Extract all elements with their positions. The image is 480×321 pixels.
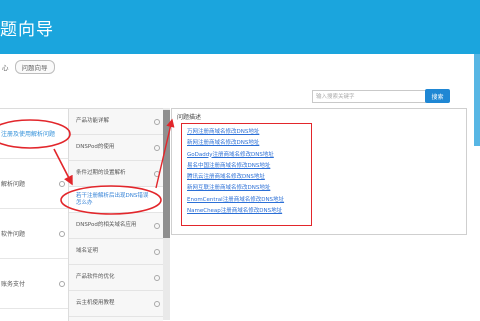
circle-arrow-icon (154, 144, 160, 151)
subcategory-item[interactable]: 域名证明 (69, 239, 163, 265)
question-link[interactable]: 腾讯云注册商域名修改DNS地址 (187, 172, 311, 183)
subcategory-list: 产品功能详解 DNSPod的使用条件过期的设置解析若干注册解析后出现DNS错误怎么… (69, 108, 163, 321)
subcategory-label: 产品功能详解 (76, 118, 110, 124)
category-label: 账务支付 (1, 281, 26, 288)
subcategory-item[interactable]: 云主机使用教程 (69, 291, 163, 317)
circle-arrow-icon (59, 280, 65, 287)
category-label: 注册及使用解析问题 (1, 131, 56, 138)
panel-heading: 问题描述 (177, 114, 202, 121)
question-link[interactable]: 新网互联注册商域名修改DNS地址 (187, 183, 311, 194)
subcategory-label: 产品软件的优化 (76, 274, 115, 280)
search-button[interactable]: 搜索 (425, 89, 450, 103)
list-scrollbar-thumb[interactable] (163, 110, 170, 238)
circle-arrow-icon (59, 230, 65, 237)
circle-arrow-icon (154, 222, 160, 229)
question-link[interactable]: EnomCentral注册商域名修改DNS地址 (187, 195, 311, 206)
question-link[interactable]: 新网注册商域名修改DNS地址 (187, 138, 311, 149)
subcategory-item[interactable]: 产品软件的优化 (69, 265, 163, 291)
category-label: 解析问题 (1, 181, 26, 188)
subcategory-label: 域名证明 (76, 248, 99, 254)
subcategory-label: 条件过期的设置解析 (76, 170, 126, 176)
page-title: 题向导 (0, 20, 54, 40)
circle-arrow-icon (154, 170, 160, 177)
category-item[interactable]: 软件问题 (0, 209, 68, 259)
header-banner: 题向导 (0, 0, 480, 54)
subcategory-item[interactable]: 产品功能详解 (69, 109, 163, 135)
category-label: 软件问题 (1, 231, 26, 238)
category-item[interactable]: 账务支付 (0, 259, 68, 309)
subcategory-label: 若干注册解析后出现DNS错误怎么办 (76, 192, 149, 206)
question-link[interactable]: 万网注册商域名修改DNS地址 (187, 127, 311, 138)
circle-arrow-icon (59, 180, 65, 187)
breadcrumb-current: 问题向导 (14, 60, 55, 74)
breadcrumb: 心 问题向导 (2, 60, 55, 74)
question-panel: 问题描述 万网注册商域名修改DNS地址 新网注册商域名修改DNS地址 GoDaddy… (171, 108, 467, 235)
subcategory-label: 云主机使用教程 (76, 300, 115, 306)
page-scrollbar[interactable] (474, 54, 480, 146)
subcategory-label: DNSPod的使用 (76, 144, 115, 150)
category-item[interactable]: 注册及使用解析问题 (0, 109, 68, 159)
subcategory-label: DNSPod的相关域名应用 (76, 222, 137, 228)
circle-arrow-icon (154, 300, 160, 307)
question-link[interactable]: 易名中国注册商域名修改DNS地址 (187, 161, 311, 172)
question-link[interactable]: GoDaddy注册商域名修改DNS地址 (187, 150, 311, 161)
category-list: 注册及使用解析问题 解析问题软件问题账务支付 (0, 108, 69, 321)
circle-arrow-icon (154, 248, 160, 255)
search-input[interactable] (312, 90, 426, 103)
question-link-list: 万网注册商域名修改DNS地址 新网注册商域名修改DNS地址 GoDaddy注册商域名… (181, 123, 312, 226)
category-item[interactable]: 解析问题 (0, 159, 68, 209)
breadcrumb-parent[interactable]: 心 (2, 62, 9, 72)
question-link[interactable]: NameCheap注册商域名修改DNS地址 (187, 206, 311, 217)
circle-arrow-icon (154, 274, 160, 281)
subcategory-item[interactable]: DNSPod的相关域名应用 (69, 213, 163, 239)
subcategory-item[interactable]: DNSPod的使用 (69, 135, 163, 161)
subcategory-item[interactable]: 条件过期的设置解析 (69, 161, 163, 187)
circle-arrow-icon (154, 118, 160, 125)
subcategory-item[interactable]: 若干注册解析后出现DNS错误怎么办 (69, 187, 163, 213)
